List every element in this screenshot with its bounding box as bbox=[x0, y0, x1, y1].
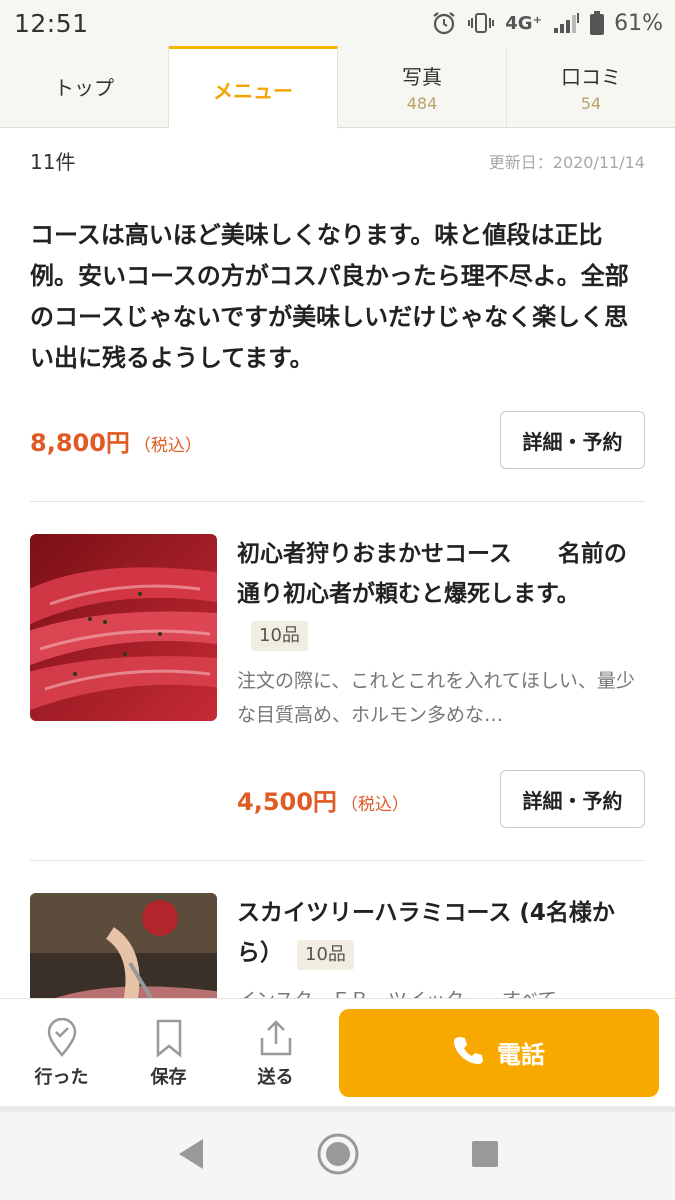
course-title[interactable]: コースは高いほど美味しくなります。味と値段は正比例。安いコースの方がコスパ良かっ… bbox=[30, 215, 645, 379]
course-price: 4,500円 bbox=[237, 787, 337, 816]
tab-photos[interactable]: 写真 484 bbox=[338, 46, 507, 127]
detail-reserve-button[interactable]: 詳細・予約 bbox=[500, 411, 645, 469]
tab-label: メニュー bbox=[213, 78, 293, 103]
send-button[interactable]: 送る bbox=[222, 1017, 329, 1089]
course-description: 注文の際に、これとこれを入れてほしい、量少な目質高め、ホルモン多めな… bbox=[237, 670, 635, 726]
alarm-icon bbox=[431, 10, 457, 36]
detail-reserve-button[interactable]: 詳細・予約 bbox=[500, 770, 645, 828]
phone-icon bbox=[453, 1035, 483, 1071]
status-bar: 12:51 4G⁺ 61% bbox=[0, 0, 675, 46]
course-title-text: 初心者狩りおまかせコース 名前の通り初心者が頼むと爆死します。 bbox=[237, 541, 627, 607]
signal-icon bbox=[552, 11, 580, 35]
went-label: 行った bbox=[34, 1066, 89, 1088]
tab-label: 口コミ bbox=[561, 64, 621, 89]
status-icons: 4G⁺ 61% bbox=[431, 10, 663, 36]
bookmark-icon bbox=[155, 1017, 183, 1059]
send-label: 送る bbox=[257, 1066, 294, 1088]
recents-icon[interactable] bbox=[470, 1139, 500, 1173]
menu-content[interactable]: 11件 更新日：2020/11/14 コースは高いほど美味しくなります。味と値段… bbox=[0, 128, 675, 998]
course-title-text: スカイツリーハラミコース (4名様から） bbox=[237, 900, 615, 966]
course-count: 11件 bbox=[30, 150, 76, 174]
system-nav-bar bbox=[0, 1106, 675, 1200]
vibrate-icon bbox=[467, 11, 495, 35]
home-icon[interactable] bbox=[316, 1132, 360, 1180]
save-label: 保存 bbox=[150, 1066, 187, 1088]
price-row: 8,800円 （税込） 詳細・予約 bbox=[30, 411, 645, 469]
tax-note: （税込） bbox=[133, 435, 202, 456]
save-button[interactable]: 保存 bbox=[115, 1017, 222, 1089]
call-label: 電話 bbox=[497, 1041, 545, 1069]
tab-count: 54 bbox=[580, 93, 602, 113]
course-item[interactable]: コースは高いほど美味しくなります。味と値段は正比例。安いコースの方がコスパ良かっ… bbox=[0, 175, 675, 469]
tab-bar: トップ メニュー 写真 484 口コミ 54 bbox=[0, 46, 675, 129]
course-title[interactable]: スカイツリーハラミコース (4名様から） 10品 bbox=[237, 893, 645, 973]
course-description: インスタ、ＦＢ、ツイッター、すべて bbox=[237, 983, 645, 998]
tab-top[interactable]: トップ bbox=[0, 46, 169, 127]
price-group: 4,500円 （税込） bbox=[237, 782, 409, 817]
item-count-badge: 10品 bbox=[297, 940, 354, 970]
battery-level: 61% bbox=[614, 10, 663, 36]
price-group: 8,800円 （税込） bbox=[30, 423, 202, 458]
tab-label: トップ bbox=[54, 76, 114, 100]
battery-icon bbox=[590, 11, 605, 35]
price-row: 4,500円 （税込） 詳細・予約 bbox=[0, 732, 675, 828]
course-price: 8,800円 bbox=[30, 428, 130, 457]
tab-label: 写真 bbox=[402, 64, 442, 89]
share-icon bbox=[258, 1017, 294, 1059]
tab-menu[interactable]: メニュー bbox=[169, 46, 338, 129]
updated-date: 更新日：2020/11/14 bbox=[488, 152, 645, 172]
tab-reviews[interactable]: 口コミ 54 bbox=[507, 46, 675, 127]
course-item[interactable]: 初心者狩りおまかせコース 名前の通り初心者が頼むと爆死します。 10品 注文の際に… bbox=[0, 502, 675, 732]
status-time: 12:51 bbox=[14, 8, 89, 38]
course-item[interactable]: スカイツリーハラミコース (4名様から）10品 インスタ、ＦＢ、ツイッター、すべ… bbox=[0, 861, 675, 998]
network-type: 4G⁺ bbox=[505, 12, 543, 34]
back-icon[interactable] bbox=[175, 1137, 207, 1175]
call-button[interactable]: 電話 bbox=[339, 1008, 659, 1097]
tab-count: 484 bbox=[406, 93, 438, 113]
went-button[interactable]: 行った bbox=[8, 1017, 115, 1089]
course-image-harami[interactable] bbox=[30, 893, 217, 998]
course-body: 初心者狩りおまかせコース 名前の通り初心者が頼むと爆死します。 10品 注文の際に… bbox=[237, 534, 645, 732]
action-bar: 行った 保存 送る 電話 bbox=[0, 998, 675, 1106]
course-body: スカイツリーハラミコース (4名様から）10品 インスタ、ＦＢ、ツイッター、すべ… bbox=[237, 893, 645, 998]
course-image-beef[interactable] bbox=[30, 534, 217, 721]
meta-row: 11件 更新日：2020/11/14 bbox=[0, 128, 675, 175]
item-count-badge: 10品 bbox=[251, 621, 308, 651]
course-title[interactable]: 初心者狩りおまかせコース 名前の通り初心者が頼むと爆死します。 10品 bbox=[237, 534, 645, 654]
tax-note: （税込） bbox=[340, 794, 409, 815]
location-check-icon bbox=[46, 1017, 78, 1059]
